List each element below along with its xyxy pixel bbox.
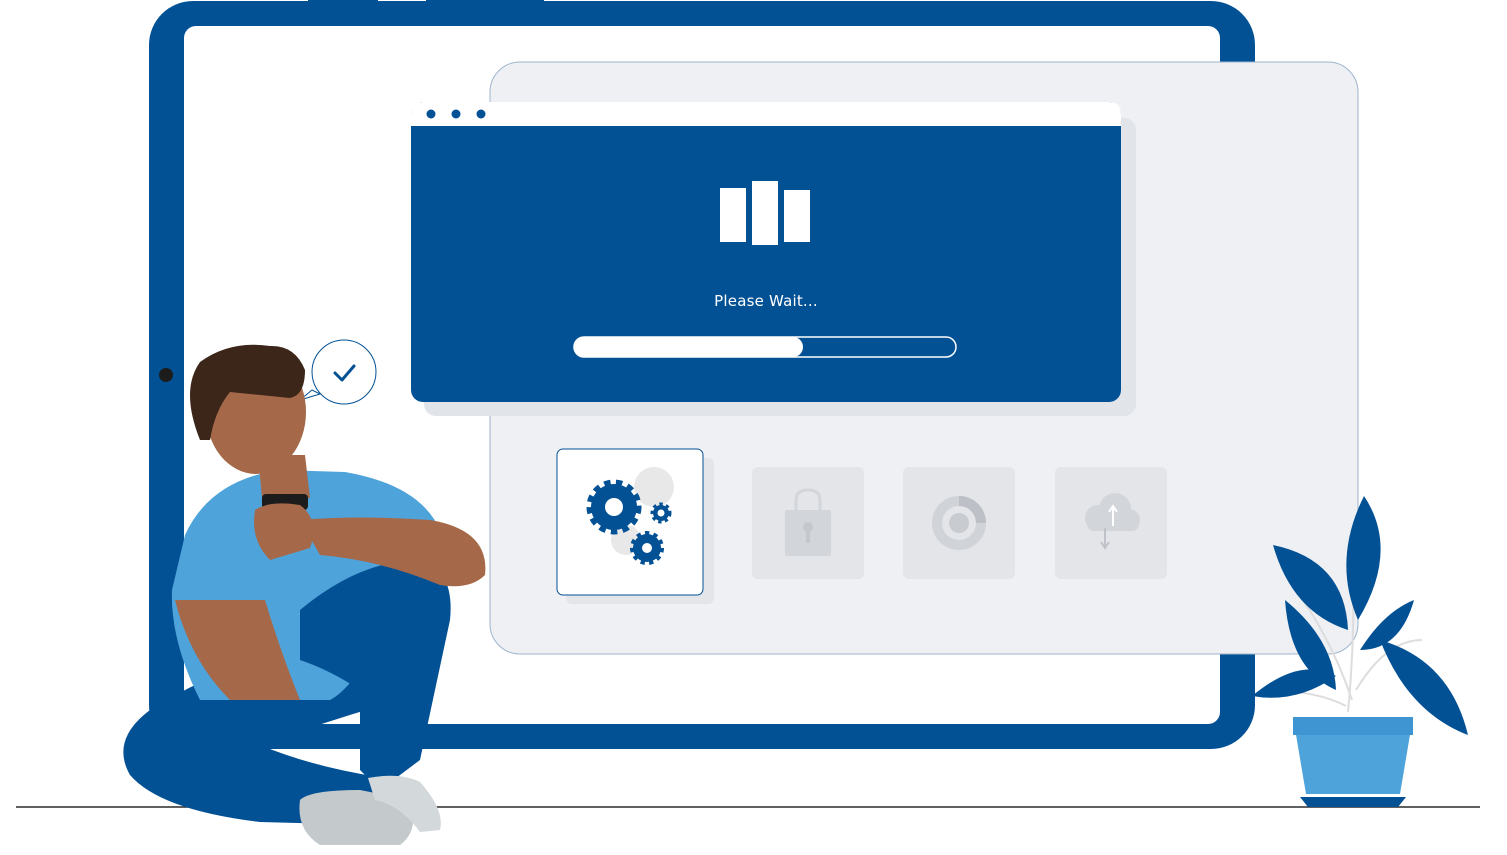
window-dot-icon <box>451 109 461 119</box>
progress-fill <box>574 337 803 357</box>
plant-pot-rim <box>1293 717 1413 735</box>
loading-dialog <box>411 102 1136 416</box>
illustration-canvas <box>16 0 1480 845</box>
plant-leaf <box>1252 669 1336 698</box>
feature-tile-cloud[interactable] <box>1055 467 1167 579</box>
window-dot-icon <box>476 109 486 119</box>
bubble-circle <box>311 339 377 405</box>
feature-tile-gears[interactable] <box>556 448 714 604</box>
window-dot-icon <box>426 109 436 119</box>
feature-tile-analytics[interactable] <box>903 467 1015 579</box>
illustration-scene: Please Wait... <box>0 0 1507 855</box>
tablet-camera <box>159 368 173 382</box>
feature-tile-security[interactable] <box>752 467 864 579</box>
dialog-titlebar <box>411 102 1121 126</box>
progress-bar <box>573 336 957 358</box>
plant-saucer <box>1300 797 1406 807</box>
logo-bars-icon <box>720 181 810 245</box>
loading-message: Please Wait... <box>714 292 818 310</box>
